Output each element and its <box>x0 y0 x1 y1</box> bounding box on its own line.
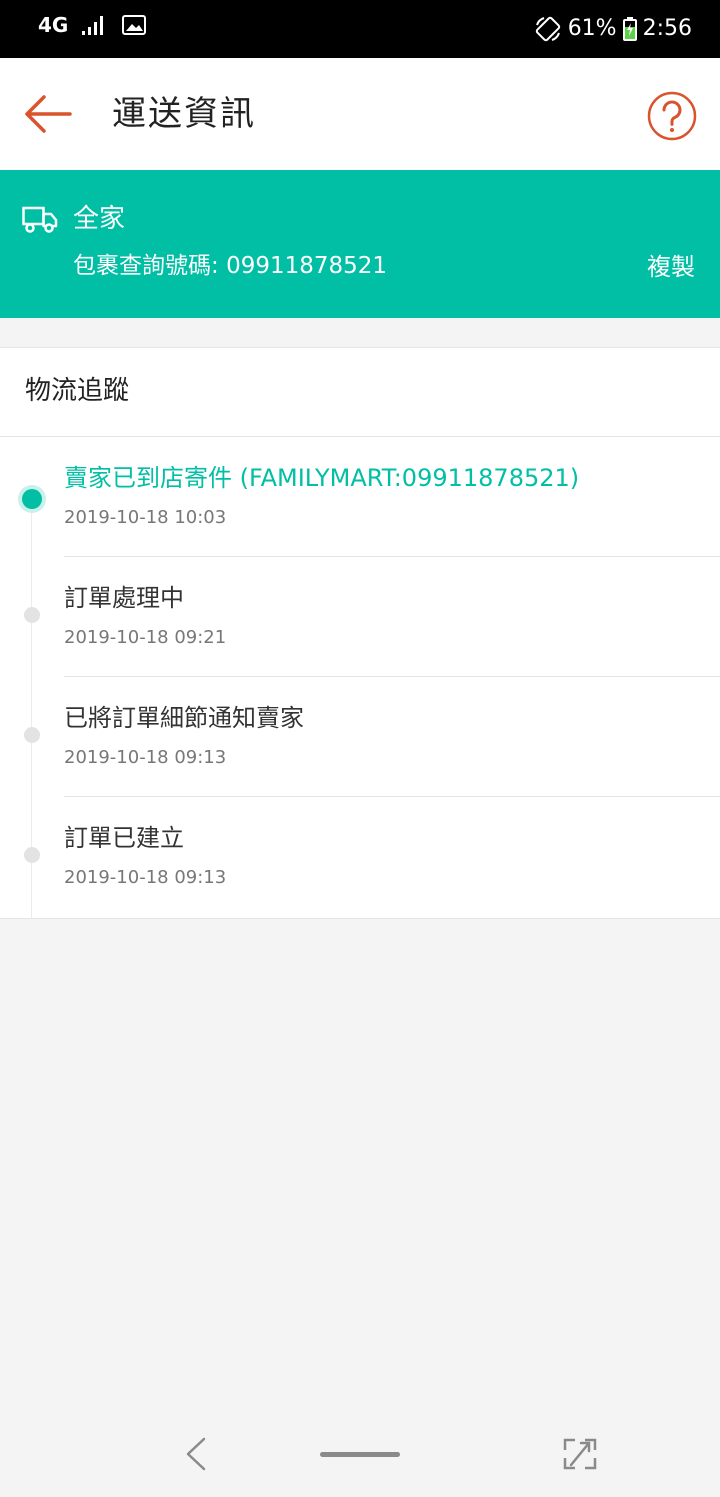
event-time: 2019-10-18 10:03 <box>64 507 227 528</box>
nav-back-button[interactable] <box>180 1434 210 1474</box>
tracking-number: 09911878521 <box>226 253 388 279</box>
nav-recent-button[interactable] <box>562 1434 598 1474</box>
event-time: 2019-10-18 09:21 <box>64 627 227 648</box>
timeline-dot <box>24 847 40 863</box>
copy-button[interactable]: 複製 <box>647 250 695 284</box>
page-title: 運送資訊 <box>112 94 256 134</box>
carrier-banner: 全家 包裹查詢號碼: 09911878521 複製 <box>0 170 720 318</box>
clock: 2:56 <box>642 16 692 41</box>
status-bar: 4G 61% 2:56 <box>0 0 720 58</box>
arrow-left-icon <box>25 95 72 133</box>
timeline-event: 訂單已建立 2019-10-18 09:13 <box>0 797 720 917</box>
gallery-notification-icon <box>122 15 147 35</box>
chevron-left-icon <box>186 1437 206 1471</box>
timeline-event: 訂單處理中 2019-10-18 09:21 <box>0 557 720 677</box>
event-title: 訂單已建立 <box>64 824 184 852</box>
timeline-event: 已將訂單細節通知賣家 2019-10-18 09:13 <box>0 677 720 797</box>
tracking-label: 包裹查詢號碼: <box>73 253 219 279</box>
event-title: 已將訂單細節通知賣家 <box>64 704 304 732</box>
timeline-dot-active <box>22 489 42 509</box>
truck-icon <box>22 206 58 233</box>
question-circle-icon <box>647 91 697 141</box>
event-time: 2019-10-18 09:13 <box>64 747 227 768</box>
section-title: 物流追蹤 <box>25 376 130 406</box>
timeline-dot <box>24 607 40 623</box>
event-title: 賣家已到店寄件 (FAMILYMART:09911878521) <box>64 464 580 492</box>
status-right: 61% 2:56 <box>534 14 692 44</box>
network-type: 4G <box>38 13 69 37</box>
nav-home-button[interactable] <box>320 1452 400 1457</box>
battery-percent: 61% <box>567 16 617 41</box>
rotate-icon <box>535 16 560 42</box>
app-bar: 運送資訊 <box>0 58 720 170</box>
event-time: 2019-10-18 09:13 <box>64 867 227 888</box>
carrier-name: 全家 <box>73 204 126 234</box>
signal-icon <box>82 16 104 35</box>
tracking-number-row: 包裹查詢號碼: 09911878521 <box>73 250 387 282</box>
back-button[interactable] <box>22 92 74 136</box>
help-button[interactable] <box>646 90 698 142</box>
system-nav-bar <box>0 1410 720 1497</box>
expand-icon <box>563 1438 597 1470</box>
tracking-card: 物流追蹤 賣家已到店寄件 (FAMILYMART:09911878521) 20… <box>0 347 720 919</box>
timeline-dot <box>24 727 40 743</box>
timeline-event: 賣家已到店寄件 (FAMILYMART:09911878521) 2019-10… <box>0 437 720 557</box>
battery-charging-icon <box>622 17 637 41</box>
status-left: 4G <box>38 13 147 37</box>
event-title: 訂單處理中 <box>64 584 184 612</box>
